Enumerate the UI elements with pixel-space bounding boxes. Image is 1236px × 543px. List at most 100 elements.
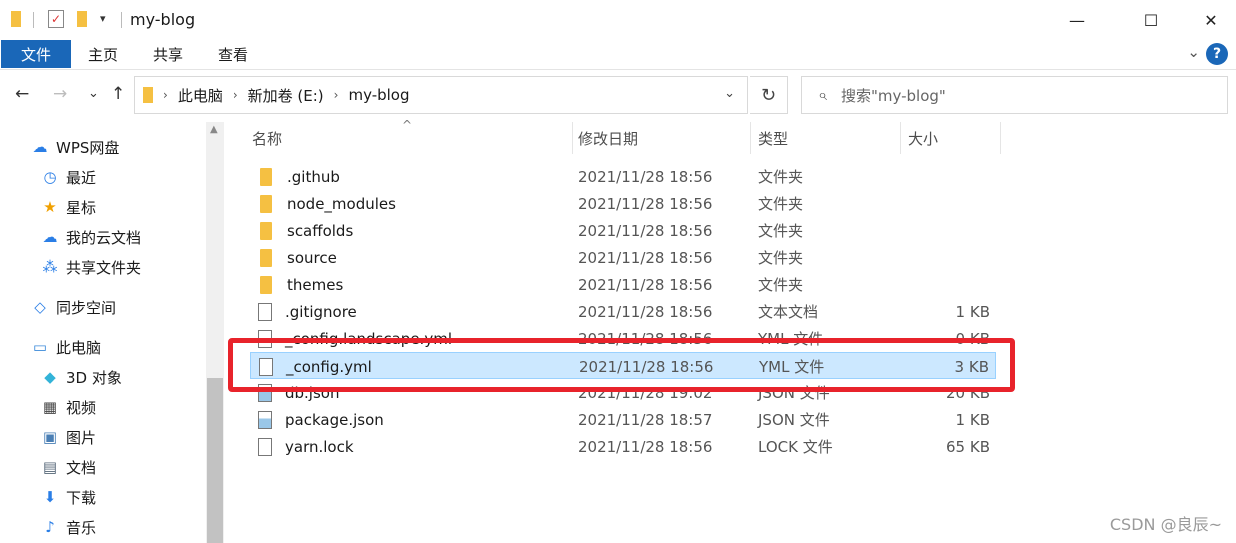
file-name-text: package.json (285, 410, 384, 429)
sidebar-item-label: 下载 (66, 488, 97, 507)
sidebar-item[interactable]: ☁ 我的云文档 (40, 222, 142, 252)
file-row[interactable]: yarn.lock 2021/11/28 18:56 LOCK 文件 65 KB (250, 433, 996, 460)
title-bar: ✓ ▾ my-blog — ☐ ✕ (0, 0, 1236, 40)
maximize-button[interactable]: ☐ (1128, 0, 1174, 40)
music-icon: ♪ (45, 518, 55, 536)
share-folder-icon: ⁂ (42, 258, 58, 276)
file-name-text: .github (287, 167, 340, 186)
tab-home[interactable]: 主页 (80, 40, 126, 68)
file-date: 2021/11/28 18:56 (578, 194, 713, 213)
file-type: 文件夹 (758, 276, 804, 294)
computer-icon: ▭ (32, 338, 48, 356)
file-type: JSON 文件 (758, 411, 830, 429)
json-file-icon (258, 410, 272, 429)
sidebar-scrollbar[interactable]: ▲ (206, 122, 224, 543)
help-icon[interactable]: ? (1206, 43, 1228, 65)
chevron-right-icon: › (333, 88, 339, 102)
tab-file[interactable]: 文件 (1, 40, 71, 68)
file-row[interactable]: node_modules 2021/11/28 18:56 文件夹 (250, 190, 996, 217)
breadcrumb-drive[interactable]: 新加卷 (E:) (248, 85, 324, 106)
sidebar-item[interactable]: ▭ 此电脑 (30, 332, 101, 362)
up-icon[interactable]: ↑ (111, 84, 125, 104)
chevron-right-icon: › (232, 88, 238, 102)
file-icon (258, 437, 272, 456)
file-date: 2021/11/28 18:56 (578, 248, 713, 267)
sync-icon: ◇ (34, 298, 46, 316)
watermark: CSDN @良辰~ (1109, 515, 1222, 534)
file-name: package.json (258, 406, 384, 433)
file-row[interactable]: themes 2021/11/28 18:56 文件夹 (250, 271, 996, 298)
sidebar-item-label: 图片 (66, 428, 97, 447)
sidebar-item-label: 3D 对象 (66, 368, 122, 387)
navigation-pane: ☁ WPS网盘 ◷ 最近 ★ 星标 ☁ 我的云文档 ⁂ 共享文件夹 ◇ 同步空间 ▭ 此电脑 ◆ 3D 对象 ▦… (0, 122, 206, 543)
sidebar-item[interactable]: ◇ 同步空间 (30, 292, 116, 322)
file-name-text: themes (287, 275, 344, 294)
sidebar-item[interactable]: ▦ 视频 (40, 392, 96, 422)
file-row[interactable]: package.json 2021/11/28 18:57 JSON 文件 1 KB (250, 406, 996, 433)
tab-share[interactable]: 共享 (145, 40, 191, 68)
divider (33, 12, 34, 28)
sidebar-item[interactable]: ♪ 音乐 (40, 512, 96, 542)
sidebar-item-label: 音乐 (66, 518, 97, 537)
back-icon[interactable]: ← (15, 84, 29, 104)
column-header-type[interactable]: 类型 (752, 122, 900, 154)
sidebar-item-label: 最近 (66, 168, 97, 187)
address-dropdown-icon[interactable]: ⌄ (724, 86, 735, 101)
new-folder-icon[interactable] (77, 11, 87, 27)
sidebar-item[interactable]: ⬇ 下载 (40, 482, 96, 512)
file-name-text: node_modules (287, 194, 396, 213)
file-row[interactable]: .gitignore 2021/11/28 18:56 文本文档 1 KB (250, 298, 996, 325)
sidebar-item-label: 我的云文档 (66, 228, 142, 247)
document-icon: ▤ (42, 458, 58, 476)
sidebar-item[interactable]: ▣ 图片 (40, 422, 96, 452)
scroll-up-icon[interactable]: ▲ (210, 124, 218, 135)
recent-locations-icon[interactable]: ⌄ (88, 86, 99, 101)
refresh-button[interactable]: ↻ (750, 76, 788, 114)
file-name-text: source (287, 248, 337, 267)
sidebar-item[interactable]: ★ 星标 (40, 192, 96, 222)
address-bar[interactable]: › 此电脑 › 新加卷 (E:) › my-blog ⌄ (134, 76, 748, 114)
folder-icon (11, 11, 21, 27)
file-date: 2021/11/28 18:56 (578, 275, 713, 294)
sidebar-item-label: 共享文件夹 (66, 258, 142, 277)
sidebar-item-label: 此电脑 (56, 338, 102, 357)
file-row[interactable]: .github 2021/11/28 18:56 文件夹 (250, 163, 996, 190)
column-header-name[interactable]: 名称 (246, 122, 572, 154)
sidebar-item[interactable]: ⁂ 共享文件夹 (40, 252, 142, 282)
sidebar-item-label: 视频 (66, 398, 97, 417)
breadcrumb-this-pc[interactable]: 此电脑 (178, 85, 223, 106)
sidebar-item[interactable]: ◆ 3D 对象 (40, 362, 122, 392)
file-size: 65 KB (946, 437, 990, 456)
file-date: 2021/11/28 18:56 (578, 302, 713, 321)
sidebar-item[interactable]: ◷ 最近 (40, 162, 96, 192)
search-box[interactable]: ⌕ 搜索"my-blog" (801, 76, 1228, 114)
column-header-date[interactable]: 修改日期 (572, 122, 750, 154)
minimize-button[interactable]: — (1054, 0, 1100, 40)
file-name: scaffolds (258, 217, 353, 244)
breadcrumb-folder[interactable]: my-blog (348, 86, 409, 104)
file-date: 2021/11/28 18:56 (578, 167, 713, 186)
picture-icon: ▣ (42, 428, 58, 446)
file-row[interactable]: source 2021/11/28 18:56 文件夹 (250, 244, 996, 271)
sidebar-item[interactable]: ☁ WPS网盘 (30, 132, 120, 162)
tab-view[interactable]: 查看 (210, 40, 256, 68)
folder-icon (260, 194, 272, 213)
scrollbar-thumb[interactable] (207, 378, 223, 543)
file-type: 文件夹 (758, 222, 804, 240)
file-size: 1 KB (955, 410, 990, 429)
close-button[interactable]: ✕ (1188, 0, 1234, 40)
forward-icon[interactable]: → (53, 84, 67, 104)
file-row[interactable]: scaffolds 2021/11/28 18:56 文件夹 (250, 217, 996, 244)
file-type: 文本文档 (758, 303, 819, 321)
properties-icon[interactable]: ✓ (48, 10, 64, 28)
file-name: yarn.lock (258, 433, 354, 460)
sidebar-item-label: 文档 (66, 458, 97, 477)
ribbon-collapse-icon[interactable]: ⌄ (1187, 43, 1200, 61)
file-name-text: .gitignore (285, 302, 357, 321)
sidebar-item[interactable]: ▤ 文档 (40, 452, 96, 482)
column-header-size[interactable]: 大小 (902, 122, 1000, 154)
ribbon-tabs: 文件 主页 共享 查看 ⌄ ? (0, 40, 1236, 70)
folder-icon (260, 248, 272, 267)
sidebar-item-label: 星标 (66, 198, 97, 217)
customize-toolbar-icon[interactable]: ▾ (100, 12, 106, 25)
